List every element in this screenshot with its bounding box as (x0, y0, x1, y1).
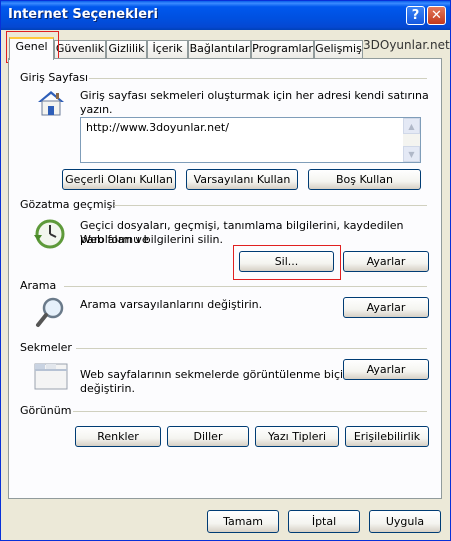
tab-advanced[interactable]: Gelişmiş (314, 40, 363, 58)
tab-general[interactable]: Genel (9, 37, 54, 60)
tabs-description-line1: Web sayfalarının sekmelerde görüntülenme… (80, 368, 367, 381)
divider (73, 411, 427, 412)
divider (76, 348, 427, 349)
colors-button[interactable]: Renkler (75, 426, 161, 447)
scroll-up-icon[interactable]: ▲ (403, 118, 420, 134)
fonts-button[interactable]: Yazı Tipleri (255, 426, 339, 447)
home-page-header: Giriş Sayfası (20, 71, 89, 84)
ok-button[interactable]: Tamam (207, 510, 279, 533)
appearance-header: Görünüm (20, 404, 72, 417)
use-default-button[interactable]: Varsayılanı Kullan (186, 169, 298, 190)
delete-history-button[interactable]: Sil... (239, 251, 334, 272)
help-button[interactable]: ? (406, 6, 425, 25)
home-url-textarea[interactable]: http://www.3doyunlar.net/ ▲ ▼ (80, 117, 421, 163)
divider (89, 78, 427, 79)
use-blank-button[interactable]: Boş Kullan (308, 169, 421, 190)
tab-connections[interactable]: Bağlantılar (188, 40, 251, 58)
close-button[interactable]: ✕ (427, 6, 446, 25)
home-description: Giriş sayfası sekmeleri oluşturmak için … (80, 89, 429, 116)
tab-content[interactable]: İçerik (147, 40, 188, 58)
divider (64, 286, 427, 287)
tab-privacy[interactable]: Gizlilik (106, 40, 147, 58)
tabs-header: Sekmeler (20, 341, 72, 354)
home-url-value: http://www.3doyunlar.net/ (86, 121, 229, 134)
tabs-window-icon (34, 363, 68, 390)
tabs-description-line2: değiştirin. (80, 382, 135, 395)
tabs-settings-button[interactable]: Ayarlar (343, 359, 429, 380)
search-description: Arama varsayılanlarını değiştirin. (80, 298, 263, 311)
search-header: Arama (20, 279, 57, 292)
scrollbar[interactable]: ▲ ▼ (403, 118, 420, 162)
history-header: Gözatma geçmişi (20, 198, 116, 211)
home-icon (38, 91, 64, 116)
history-settings-button[interactable]: Ayarlar (343, 251, 429, 272)
search-magnifier-icon (36, 297, 64, 327)
tab-programs[interactable]: Programlar (251, 40, 314, 58)
search-settings-button[interactable]: Ayarlar (343, 297, 429, 318)
use-current-button[interactable]: Geçerli Olanı Kullan (62, 169, 176, 190)
history-clock-icon (34, 219, 65, 249)
languages-button[interactable]: Diller (167, 426, 249, 447)
title-bar[interactable]: Internet Seçenekleri ? ✕ (1, 1, 450, 30)
cancel-button[interactable]: İptal (288, 510, 360, 533)
internet-options-window: Internet Seçenekleri ? ✕ Genel Güvenlik … (0, 0, 451, 541)
accessibility-button[interactable]: Erişilebilirlik (345, 426, 429, 447)
history-description-line2: Web formu bilgilerini silin. (80, 233, 224, 246)
scroll-down-icon[interactable]: ▼ (403, 146, 420, 162)
watermark: 3DOyunlar.net (363, 38, 450, 52)
divider (114, 205, 427, 206)
apply-button[interactable]: Uygula (369, 510, 441, 533)
tab-security[interactable]: Güvenlik (54, 40, 106, 58)
window-title: Internet Seçenekleri (8, 7, 158, 22)
